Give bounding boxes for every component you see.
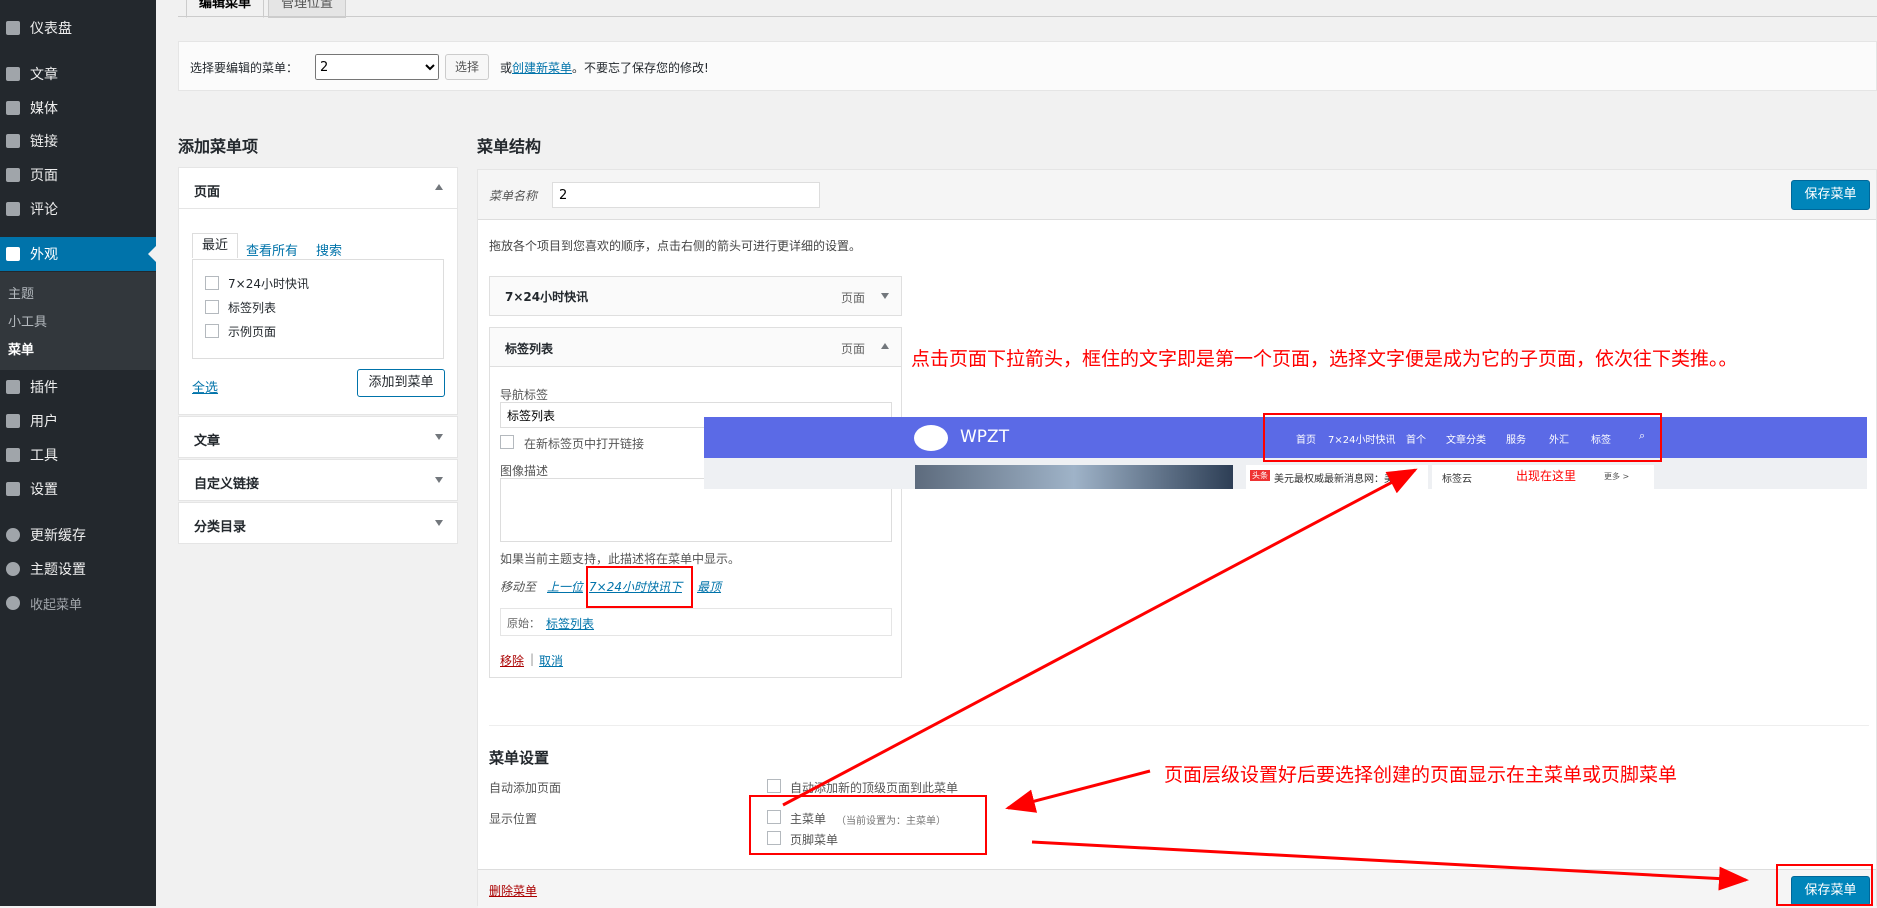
arrow-to-location: [1005, 769, 1151, 813]
arrow-to-save: [1031, 840, 1749, 891]
annotation-arrows: [782, 468, 1749, 891]
arrow-to-preview: [782, 468, 1418, 807]
